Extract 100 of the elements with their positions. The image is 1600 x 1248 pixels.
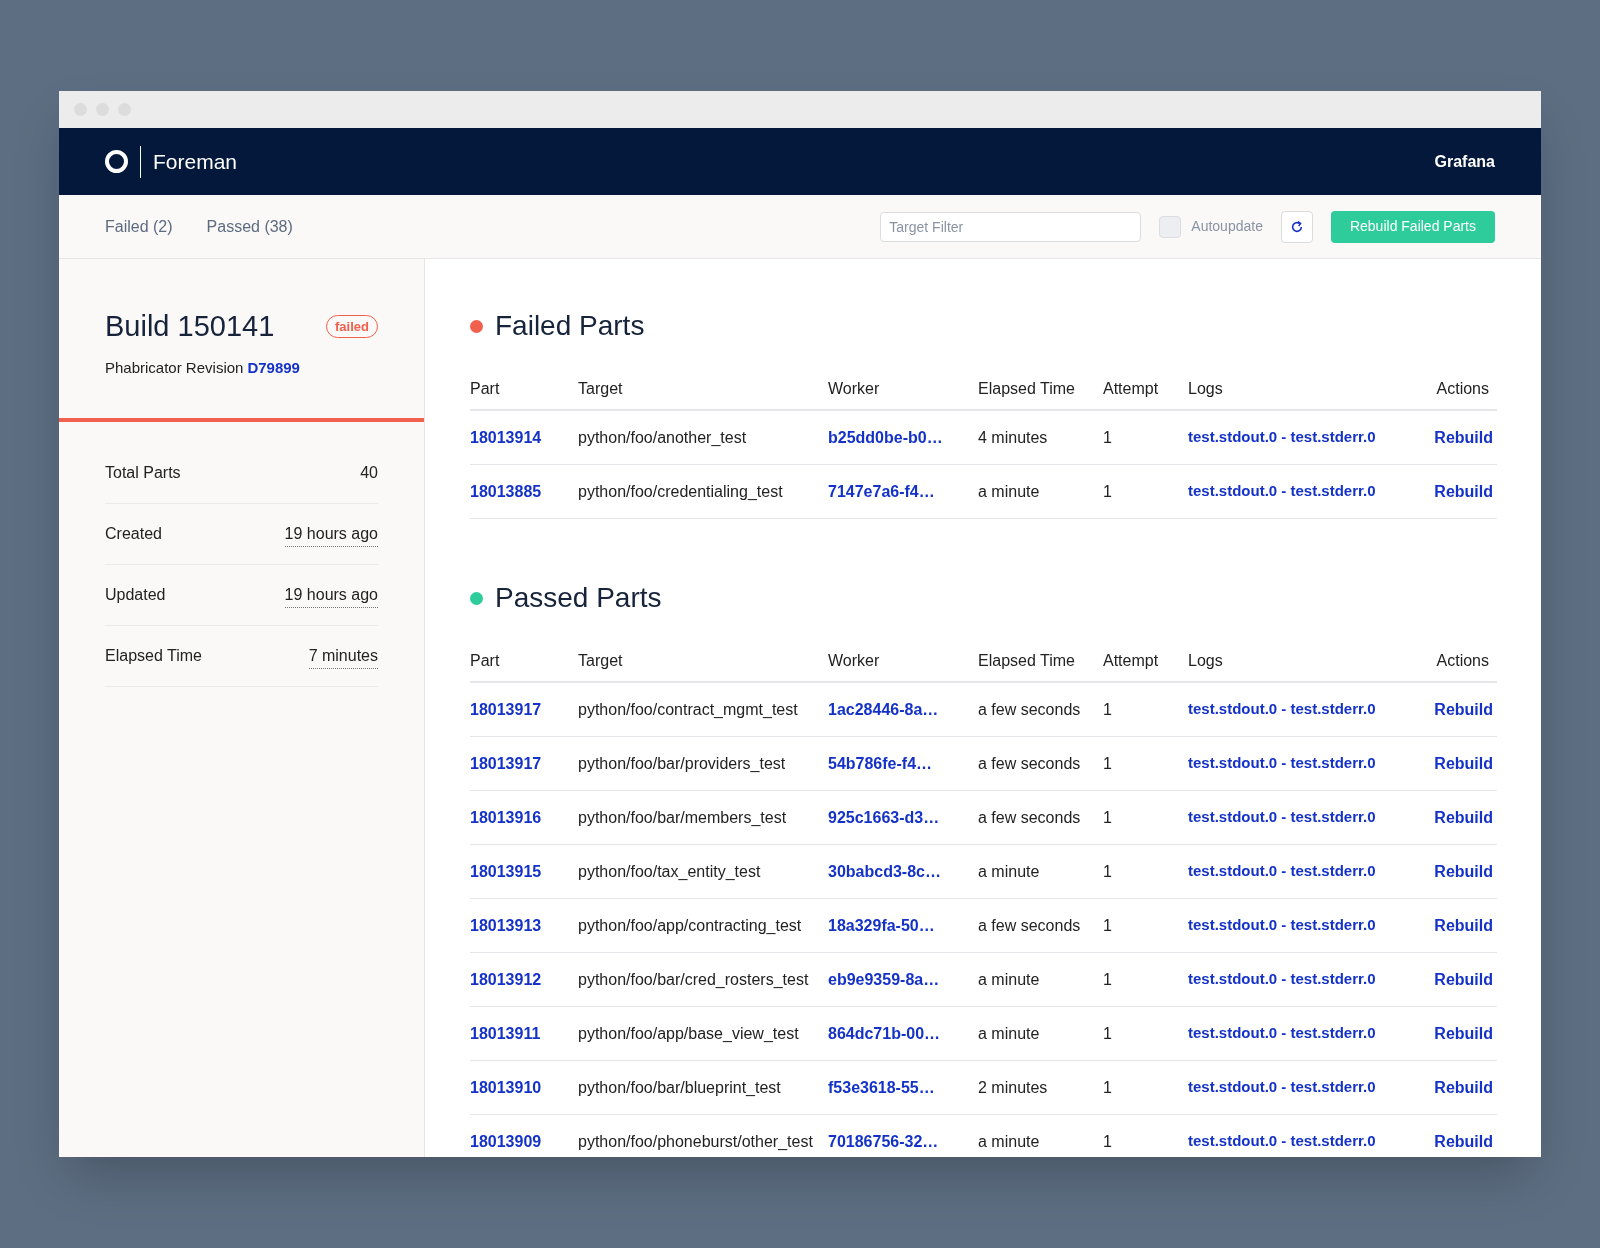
rebuild-link[interactable]: Rebuild <box>1434 1129 1497 1154</box>
build-title: Build 150141 <box>105 309 275 344</box>
logs-link[interactable]: test.stdout.0 - test.stderr.0 <box>1188 1076 1423 1099</box>
part-link[interactable]: 18013913 <box>470 913 578 938</box>
target-cell-text: python/foo/bar/members_test <box>578 807 788 828</box>
worker-link[interactable]: 18a329fa-50… <box>828 913 978 938</box>
rebuild-link[interactable]: Rebuild <box>1434 479 1497 504</box>
rebuild-link[interactable]: Rebuild <box>1434 967 1497 992</box>
section-title: Failed Parts <box>495 309 645 343</box>
attempt-cell-text: 1 <box>1103 753 1113 774</box>
stat-label: Total Parts <box>105 463 181 483</box>
attempt-cell-text: 1 <box>1103 1023 1113 1044</box>
column-header: Worker <box>828 379 881 399</box>
worker-link[interactable]: b25dd0be-b0… <box>828 425 978 450</box>
part-link[interactable]: 18013909 <box>470 1129 578 1154</box>
attempt-cell-text: 1 <box>1103 861 1113 882</box>
logs-link[interactable]: test.stdout.0 - test.stderr.0 <box>1188 698 1423 721</box>
target-cell-text: python/foo/contract_mgmt_test <box>578 699 799 720</box>
stat-label: Created <box>105 524 162 544</box>
elapsed-cell-text: a few seconds <box>978 807 1082 828</box>
part-link[interactable]: 18013885 <box>470 479 578 504</box>
elapsed-cell-text: 2 minutes <box>978 1077 1049 1098</box>
part-link[interactable]: 18013917 <box>470 697 578 722</box>
elapsed-cell-text: a few seconds <box>978 753 1082 774</box>
attempt-cell-text: 1 <box>1103 915 1113 936</box>
rebuild-link[interactable]: Rebuild <box>1434 1021 1497 1046</box>
stat-value: 19 hours ago <box>284 521 378 547</box>
target-cell-text: python/foo/bar/providers_test <box>578 753 787 774</box>
worker-link[interactable]: eb9e9359-8a… <box>828 967 978 992</box>
stat-value: 7 minutes <box>308 643 378 669</box>
elapsed-cell-text: a minute <box>978 481 1041 502</box>
refresh-icon <box>1289 219 1304 234</box>
elapsed-cell-text: a minute <box>978 861 1041 882</box>
rebuild-link[interactable]: Rebuild <box>1434 697 1497 722</box>
elapsed-cell-text: a minute <box>978 1023 1041 1044</box>
column-header: Attempt <box>1103 379 1160 399</box>
rebuild-link[interactable]: Rebuild <box>1434 751 1497 776</box>
logs-link[interactable]: test.stdout.0 - test.stderr.0 <box>1188 968 1423 991</box>
rebuild-link[interactable]: Rebuild <box>1434 1075 1497 1100</box>
rebuild-link[interactable]: Rebuild <box>1434 913 1497 938</box>
elapsed-cell-text: a minute <box>978 969 1041 990</box>
column-header: Elapsed Time <box>978 651 1076 671</box>
part-link[interactable]: 18013912 <box>470 967 578 992</box>
column-header: Logs <box>1188 379 1224 399</box>
stat-value: 19 hours ago <box>284 582 378 608</box>
rebuild-link[interactable]: Rebuild <box>1434 859 1497 884</box>
autoupdate-checkbox[interactable] <box>1159 215 1182 238</box>
attempt-cell-text: 1 <box>1103 1131 1113 1152</box>
attempt-cell-text: 1 <box>1103 1077 1113 1098</box>
column-header: Logs <box>1188 651 1224 671</box>
worker-link[interactable]: 1ac28446-8a… <box>828 697 978 722</box>
part-link[interactable]: 18013917 <box>470 751 578 776</box>
stat-value: 40 <box>360 463 378 483</box>
worker-link[interactable]: 30babcd3-8c… <box>828 859 978 884</box>
autoupdate-label: Autoupdate <box>1191 217 1263 236</box>
app-name: Foreman <box>153 148 238 175</box>
part-link[interactable]: 18013915 <box>470 859 578 884</box>
target-filter-field[interactable]: Target Filter <box>880 211 1142 242</box>
target-cell-text: python/foo/another_test <box>578 427 748 448</box>
rebuild-link[interactable]: Rebuild <box>1434 425 1497 450</box>
worker-link[interactable]: 925c1663-d3… <box>828 805 978 830</box>
attempt-cell-text: 1 <box>1103 699 1113 720</box>
stat-label: Elapsed Time <box>105 646 202 666</box>
tab[interactable]: Passed (38) <box>206 214 293 239</box>
revision-link[interactable]: D79899 <box>247 356 300 379</box>
column-header: Actions <box>1435 651 1490 671</box>
elapsed-cell-text: a minute <box>978 1131 1041 1152</box>
logs-link[interactable]: test.stdout.0 - test.stderr.0 <box>1188 914 1423 937</box>
part-link[interactable]: 18013910 <box>470 1075 578 1100</box>
target-cell-text: python/foo/app/contracting_test <box>578 915 803 936</box>
target-cell-text: python/foo/bar/cred_rosters_test <box>578 969 810 990</box>
worker-link[interactable]: 7147e7a6-f4… <box>828 479 978 504</box>
revision-label: Phabricator Revision <box>105 357 244 378</box>
logs-link[interactable]: test.stdout.0 - test.stderr.0 <box>1188 752 1423 775</box>
worker-link[interactable]: 864dc71b-00… <box>828 1021 978 1046</box>
logs-link[interactable]: test.stdout.0 - test.stderr.0 <box>1188 1022 1423 1045</box>
logo-icon <box>105 150 128 173</box>
column-header: Part <box>470 651 501 671</box>
section-title: Passed Parts <box>495 581 662 615</box>
attempt-cell-text: 1 <box>1103 807 1113 828</box>
refresh-button[interactable] <box>1280 210 1313 243</box>
logs-link[interactable]: test.stdout.0 - test.stderr.0 <box>1188 860 1423 883</box>
part-link[interactable]: 18013911 <box>470 1021 578 1046</box>
target-cell-text: python/foo/app/base_view_test <box>578 1023 800 1044</box>
nav-link[interactable]: Grafana <box>1434 149 1495 174</box>
logs-link[interactable]: test.stdout.0 - test.stderr.0 <box>1188 426 1423 449</box>
logs-link[interactable]: test.stdout.0 - test.stderr.0 <box>1188 806 1423 829</box>
worker-link[interactable]: f53e3618-55… <box>828 1075 978 1100</box>
attempt-cell-text: 1 <box>1103 969 1113 990</box>
worker-link[interactable]: 70186756-32… <box>828 1129 978 1154</box>
worker-link[interactable]: 54b786fe-f4… <box>828 751 978 776</box>
column-header: Part <box>470 379 501 399</box>
logs-link[interactable]: test.stdout.0 - test.stderr.0 <box>1188 1130 1423 1153</box>
rebuild-link[interactable]: Rebuild <box>1434 805 1497 830</box>
column-header: Target <box>578 379 624 399</box>
part-link[interactable]: 18013914 <box>470 425 578 450</box>
logs-link[interactable]: test.stdout.0 - test.stderr.0 <box>1188 480 1423 503</box>
part-link[interactable]: 18013916 <box>470 805 578 830</box>
column-header: Actions <box>1435 379 1490 399</box>
tab[interactable]: Failed (2) <box>105 214 173 239</box>
